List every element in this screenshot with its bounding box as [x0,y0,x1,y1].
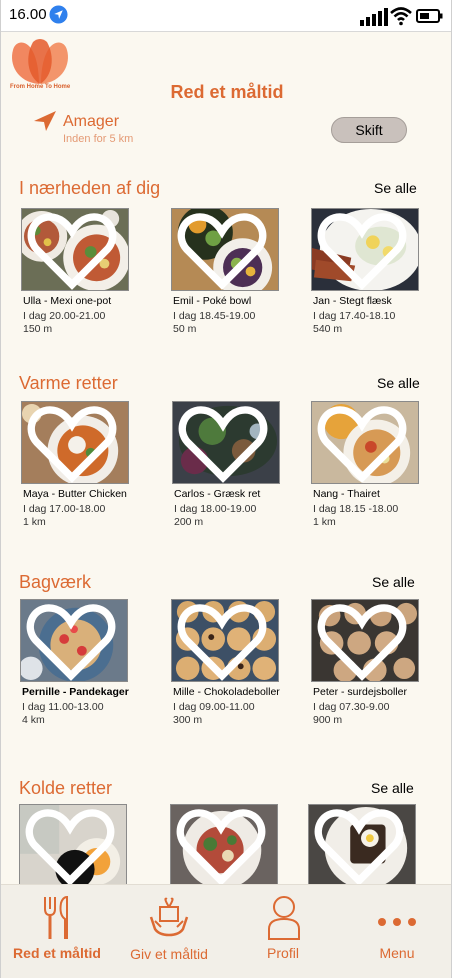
meal-name: Ulla - Mexi one-pot [23,295,112,307]
favorite-heart-icon[interactable] [311,602,415,682]
location-radius: Inden for 5 km [63,133,134,145]
meal-name: Nang - Thairet [313,488,380,500]
nav-label: Menu [379,945,415,961]
nav-item-giv-et-maaltid[interactable]: Giv et måltid [113,885,225,978]
app-screen: 16.00 From Home To Home Red et måltid Am… [0,0,452,978]
change-location-button[interactable]: Skift [331,117,407,143]
section-title: Varme retter [19,373,118,393]
favorite-heart-icon[interactable] [172,404,276,484]
more-dots-icon [378,918,416,926]
meal-name: Pernille - Pandekager [22,686,129,698]
meal-name: Maya - Butter Chicken [23,488,127,500]
favorite-heart-icon[interactable] [21,211,125,291]
meal-photo[interactable] [21,401,129,484]
status-time: 16.00 [9,6,47,23]
location-services-icon [49,5,68,24]
meal-distance: 1 km [313,516,336,528]
nav-item-menu[interactable]: Menu [341,885,451,978]
nav-label: Red et måltid [13,945,101,961]
favorite-heart-icon[interactable] [171,211,275,291]
favorite-heart-icon[interactable] [21,404,125,484]
section-title: I nærheden af dig [19,178,161,198]
favorite-heart-icon[interactable] [170,807,274,887]
location-arrow-icon[interactable] [33,110,57,132]
meal-time: I dag 18.00-19.00 [174,503,257,515]
meal-distance: 200 m [174,516,204,528]
see-all-link[interactable]: Se alle [371,780,414,796]
favorite-heart-icon[interactable] [311,404,415,484]
meal-distance: 50 m [173,323,197,335]
meal-time: I dag 11.00-13.00 [22,701,104,713]
nav-label: Giv et måltid [130,946,208,962]
meal-photo[interactable] [19,804,127,887]
meal-photo[interactable] [171,208,279,291]
meal-photo[interactable] [311,599,419,682]
give-meal-icon [149,897,189,937]
meal-distance: 900 m [313,714,343,726]
meal-time: I dag 17.40-18.10 [313,310,396,322]
see-all-link[interactable]: Se alle [374,180,417,196]
nav-label: Profil [267,945,299,961]
nav-item-red-et-maaltid[interactable]: Red et måltid [1,885,113,978]
meal-distance: 150 m [23,323,53,335]
meal-name: Carlos - Græsk ret [174,488,261,500]
meal-photo[interactable] [20,599,128,682]
meal-time: I dag 20.00-21.00 [23,310,106,322]
meal-distance: 1 km [23,516,46,528]
meal-time: I dag 17.00-18.00 [23,503,106,515]
meal-time: I dag 07.30-9.00 [313,701,390,713]
meal-photo[interactable] [172,401,280,484]
profile-icon [268,896,300,940]
meal-time: I dag 18.15 -18.00 [313,503,399,515]
meal-photo[interactable] [170,804,278,887]
meal-name: Peter - surdejsboller [313,686,407,698]
meal-distance: 4 km [22,714,45,726]
battery-icon [416,9,443,23]
meal-name: Mille - Chokoladeboller [173,686,280,698]
meal-name: Emil - Poké bowl [173,295,252,307]
status-bar: 16.00 [1,0,451,32]
meal-photo[interactable] [171,599,279,682]
page-title: Red et måltid [170,82,284,102]
section-title: Bagværk [19,572,92,592]
cutlery-icon [44,895,68,939]
favorite-heart-icon[interactable] [171,602,275,682]
section-title: Kolde retter [19,778,113,798]
signal-icon [360,8,388,26]
meal-photo[interactable] [311,401,419,484]
see-all-link[interactable]: Se alle [377,375,420,391]
meal-time: I dag 18.45-19.00 [173,310,256,322]
meal-name: Jan - Stegt flæsk [313,295,392,307]
meal-distance: 300 m [173,714,203,726]
meal-photo[interactable] [311,208,419,291]
meal-photo[interactable] [21,208,129,291]
wifi-icon [390,7,412,26]
location-name[interactable]: Amager [63,113,119,131]
favorite-heart-icon[interactable] [308,807,412,887]
meal-time: I dag 09.00-11.00 [173,701,255,713]
favorite-heart-icon[interactable] [20,602,124,682]
favorite-heart-icon[interactable] [19,807,123,887]
meal-photo[interactable] [308,804,416,887]
favorite-heart-icon[interactable] [311,211,415,291]
nav-item-profil[interactable]: Profil [225,885,341,978]
meal-distance: 540 m [313,323,343,335]
bottom-nav: Red et måltid Giv et måltid Profil Menu [1,884,451,978]
see-all-link[interactable]: Se alle [372,574,415,590]
